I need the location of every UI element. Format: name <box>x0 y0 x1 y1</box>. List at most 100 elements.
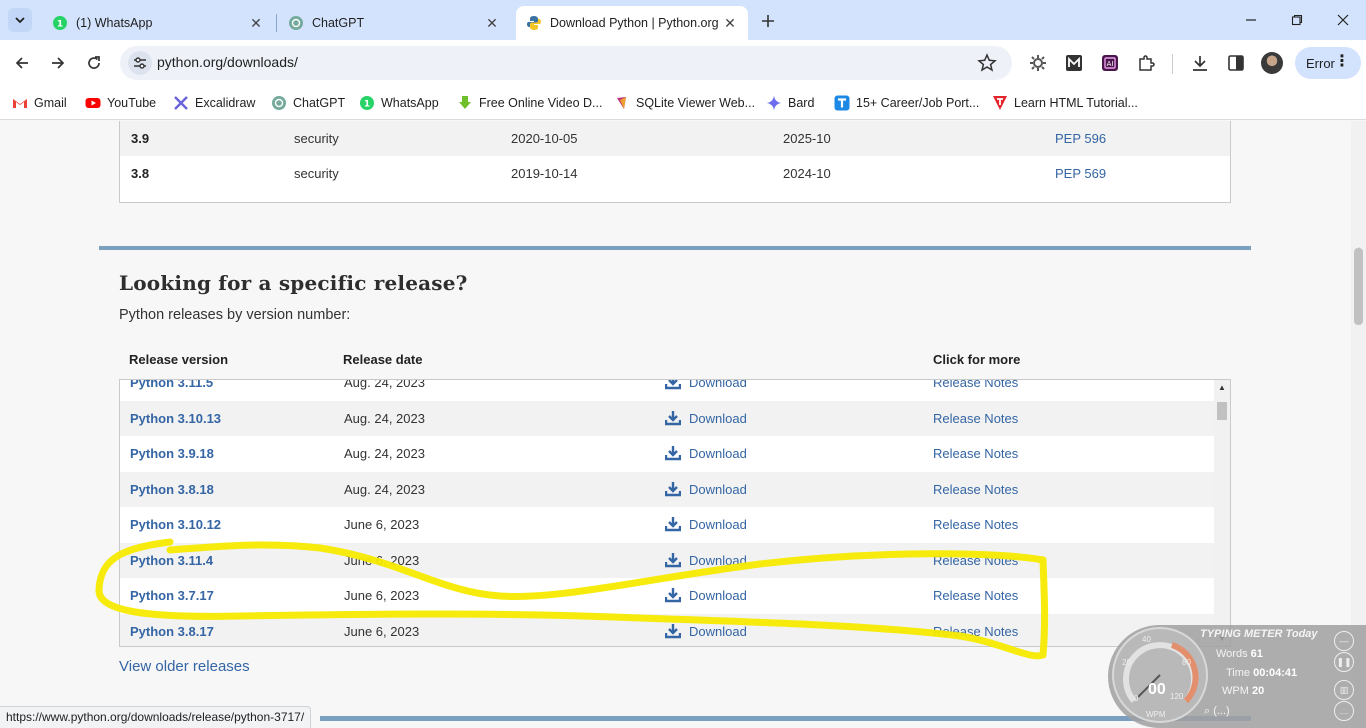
tab-python-downloads[interactable]: Download Python | Python.org ✕ <box>516 6 748 40</box>
tab-whatsapp[interactable]: 1 (1) WhatsApp ✕ <box>42 6 274 40</box>
scroll-up-arrow-icon[interactable]: ▲ <box>1218 383 1226 392</box>
download-icon[interactable] <box>665 516 681 532</box>
profile-avatar[interactable] <box>1261 52 1283 74</box>
close-icon <box>1337 14 1349 26</box>
restore-button[interactable] <box>1274 0 1320 40</box>
release-version-link[interactable]: Python 3.8.17 <box>130 624 214 639</box>
release-version-link[interactable]: Python 3.11.5 <box>130 380 213 390</box>
bookmark-label: Free Online Video D... <box>479 96 603 110</box>
release-notes-link[interactable]: Release Notes <box>933 380 1018 390</box>
download-link[interactable]: Download <box>689 411 747 426</box>
back-button[interactable] <box>7 48 37 78</box>
pep-link[interactable]: PEP 596 <box>1055 131 1106 146</box>
bookmark-bard[interactable]: Bard <box>766 93 814 113</box>
release-notes-link[interactable]: Release Notes <box>933 446 1018 461</box>
release-list[interactable]: Python 3.8.17 June 6, 2023 Download Release… <box>119 379 1231 647</box>
release-notes-link[interactable]: Release Notes <box>933 624 1018 639</box>
download-icon[interactable] <box>665 445 681 461</box>
bookmark-sqlite-viewer[interactable]: SQLite Viewer Web... <box>614 93 755 113</box>
table-row: Python 3.9.18 Aug. 24, 2023 Download Releas… <box>120 436 1214 472</box>
bookmark-label: Bard <box>788 96 815 110</box>
download-link[interactable]: Download <box>689 380 747 390</box>
release-notes-link[interactable]: Release Notes <box>933 517 1018 532</box>
download-icon[interactable] <box>665 410 681 426</box>
tab-search-button[interactable] <box>8 8 32 32</box>
close-icon[interactable]: ✕ <box>722 15 738 31</box>
release-notes-link[interactable]: Release Notes <box>933 411 1018 426</box>
bookmark-excalidraw[interactable]: Excalidraw <box>173 93 255 113</box>
release-version-link[interactable]: Python 3.11.4 <box>130 553 213 568</box>
download-link[interactable]: Download <box>689 446 747 461</box>
url-text[interactable]: python.org/downloads/ <box>157 54 298 70</box>
download-icon[interactable] <box>665 552 681 568</box>
bookmark-gmail[interactable]: Gmail <box>12 93 67 113</box>
stats-chart-icon[interactable]: ▥ <box>1334 680 1354 700</box>
bookmark-chatgpt[interactable]: ChatGPT <box>271 93 345 113</box>
bookmark-html-tutorial[interactable]: Learn HTML Tutorial... <box>992 93 1138 113</box>
extension-gear-icon[interactable] <box>1026 51 1050 75</box>
download-icon[interactable] <box>665 623 681 639</box>
pause-icon[interactable]: ❚❚ <box>1334 652 1354 672</box>
address-bar[interactable]: python.org/downloads/ <box>120 46 1012 80</box>
specific-release-subheading: Python releases by version number: <box>119 307 351 323</box>
close-icon[interactable]: ✕ <box>248 15 264 31</box>
tab-chatgpt[interactable]: ChatGPT ✕ <box>278 6 510 40</box>
download-link[interactable]: Download <box>689 553 747 568</box>
download-link[interactable]: Download <box>689 517 747 532</box>
download-icon[interactable] <box>665 587 681 603</box>
meter-menu-button[interactable]: … <box>1334 701 1354 721</box>
bookmark-video-downloader[interactable]: Free Online Video D... <box>457 93 602 113</box>
release-notes-link[interactable]: Release Notes <box>933 553 1018 568</box>
python-icon <box>527 16 541 30</box>
release-version-link[interactable]: Python 3.9.18 <box>130 446 214 461</box>
bookmark-youtube[interactable]: YouTube <box>85 93 156 113</box>
download-link[interactable]: Download <box>689 624 747 639</box>
typing-meter-title: TYPING METER Today <box>1200 628 1318 640</box>
site-settings-icon[interactable] <box>128 51 152 75</box>
reload-button[interactable] <box>79 48 109 78</box>
list-scroll-thumb[interactable] <box>1217 402 1227 420</box>
status-cell: security <box>294 166 339 181</box>
minimize-meter-button[interactable]: — <box>1334 631 1354 651</box>
side-panel-icon[interactable] <box>1224 51 1248 75</box>
download-icon[interactable] <box>665 481 681 497</box>
extension-ai-icon[interactable]: AI <box>1098 51 1122 75</box>
table-row: Python 3.10.13 Aug. 24, 2023 Download Relea… <box>120 400 1214 436</box>
download-link[interactable]: Download <box>689 482 747 497</box>
profile-error-button[interactable]: Error ⋮ <box>1295 47 1361 79</box>
new-tab-button[interactable] <box>756 9 780 33</box>
search-icon[interactable]: ⌕ (...) <box>1204 705 1230 718</box>
wpm-stat: WPM 20 <box>1222 685 1265 697</box>
page-scroll-thumb[interactable] <box>1354 248 1363 325</box>
version-cell: 3.9 <box>131 131 150 146</box>
extensions-puzzle-icon[interactable] <box>1134 51 1158 75</box>
release-version-link[interactable]: Python 3.8.18 <box>130 482 214 497</box>
pep-link[interactable]: PEP 569 <box>1055 166 1106 181</box>
extension-m-icon[interactable] <box>1062 51 1086 75</box>
bard-icon <box>766 95 782 111</box>
release-version-link[interactable]: Python 3.10.13 <box>130 411 221 426</box>
forward-button[interactable] <box>43 48 73 78</box>
release-version-link[interactable]: Python 3.10.12 <box>130 517 221 532</box>
arrow-right-icon <box>52 57 65 69</box>
download-icon[interactable] <box>665 379 681 390</box>
downloads-icon[interactable] <box>1188 51 1212 75</box>
minimize-button[interactable] <box>1228 0 1274 40</box>
release-date: June 6, 2023 <box>344 588 420 603</box>
bookmark-star-icon[interactable] <box>976 52 998 74</box>
view-older-releases-link[interactable]: View older releases <box>119 658 250 675</box>
close-icon[interactable]: ✕ <box>484 15 500 31</box>
gmail-icon <box>13 99 27 108</box>
release-version-link[interactable]: Python 3.7.17 <box>130 588 214 603</box>
tab-strip: 1 (1) WhatsApp ✕ ChatGPT ✕ Download Pyth… <box>0 0 1366 40</box>
table-row: Python 3.11.4 June 6, 2023 Download Release… <box>120 542 1214 578</box>
bookmark-whatsapp[interactable]: 1 WhatsApp <box>359 93 439 113</box>
menu-dots-icon[interactable]: ⋮ <box>1334 54 1350 70</box>
download-link[interactable]: Download <box>689 588 747 603</box>
release-notes-link[interactable]: Release Notes <box>933 588 1018 603</box>
release-date: Aug. 24, 2023 <box>344 481 425 497</box>
close-window-button[interactable] <box>1320 0 1366 40</box>
list-scrollbar[interactable]: ▲ ▼ <box>1214 380 1230 646</box>
bookmark-career-portals[interactable]: 15+ Career/Job Port... <box>834 93 979 113</box>
release-notes-link[interactable]: Release Notes <box>933 482 1018 497</box>
